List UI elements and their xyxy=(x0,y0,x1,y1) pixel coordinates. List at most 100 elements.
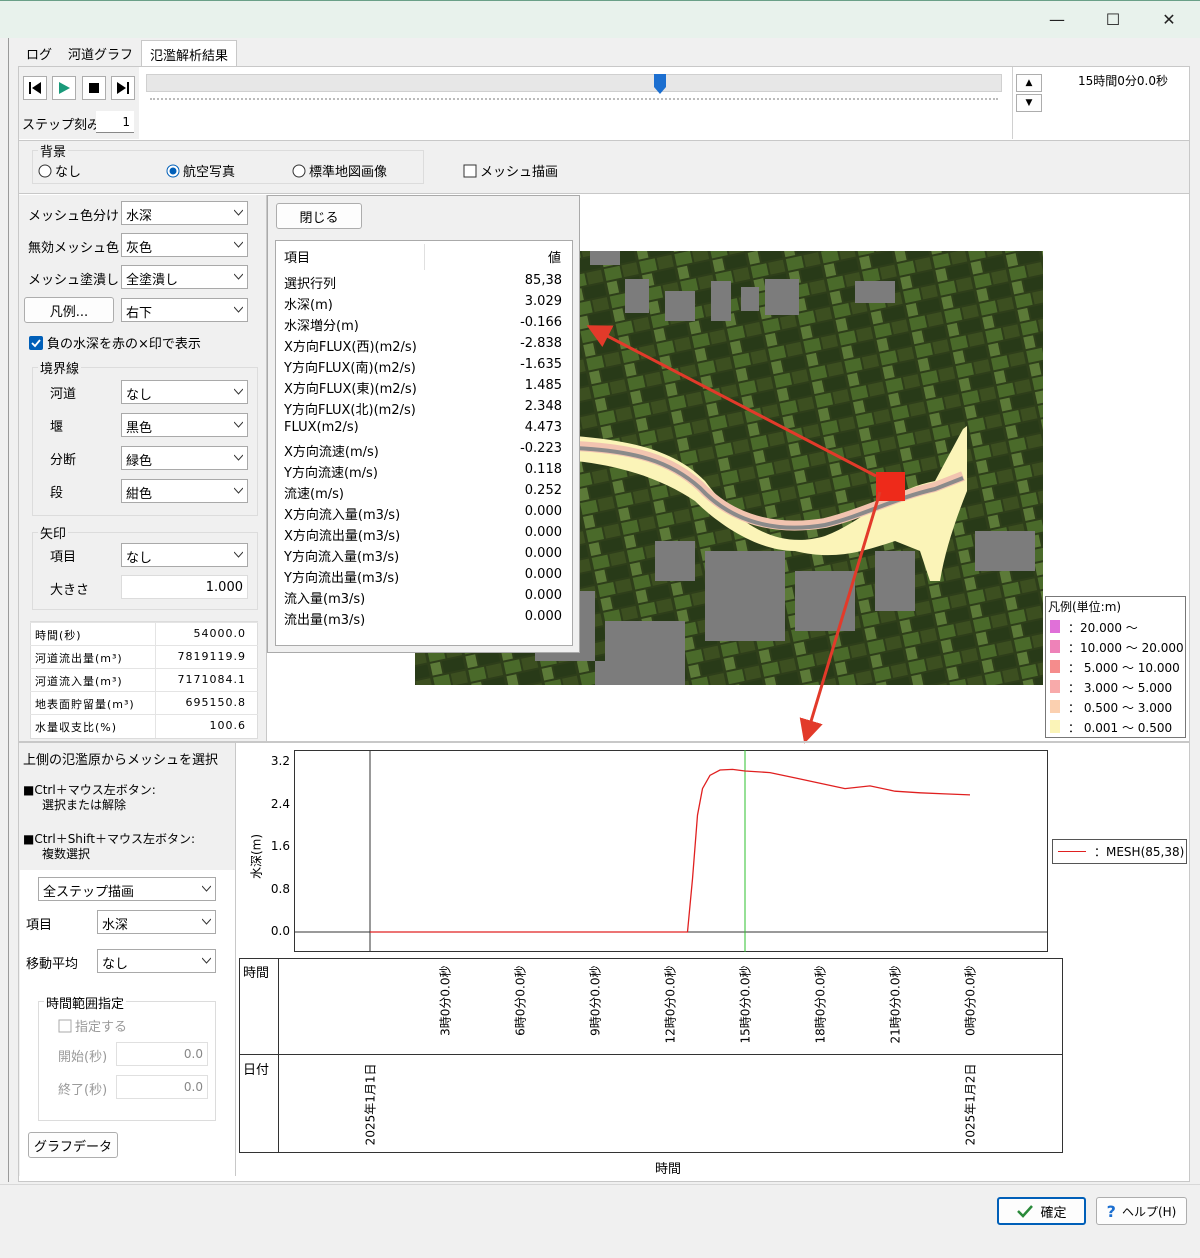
minimize-button[interactable]: — xyxy=(1034,0,1080,38)
x-tick: 12時0分0.0秒 xyxy=(662,965,678,1045)
moving-average-value: なし xyxy=(102,957,129,972)
time-slider-thumb[interactable] xyxy=(653,74,666,94)
chart-legend-line xyxy=(1058,851,1086,852)
legend-text: ： 5.000 〜 10.000 xyxy=(1068,661,1180,675)
chart-ylabel-text: 水深(m) xyxy=(249,833,264,880)
boundary-select[interactable]: 黒色 xyxy=(121,413,248,437)
skip-end-icon xyxy=(117,82,129,94)
mesh-fill-label: メッシュ塗潰し xyxy=(28,273,120,288)
hint-title: 上側の氾濫原からメッシュを選択 xyxy=(23,753,219,768)
chart-series-line xyxy=(370,768,971,933)
radio-aerial-photo[interactable]: 航空写真 xyxy=(166,161,235,180)
x-tick: 9時0分0.0秒 xyxy=(587,965,603,1045)
info-value: 2.348 xyxy=(524,399,562,414)
info-row: 水深増分(m) -0.166 xyxy=(284,313,566,334)
boundary-select[interactable]: なし xyxy=(121,380,248,404)
spin-up-button[interactable]: ▲ xyxy=(1016,74,1042,92)
info-item: Y方向流速(m/s) xyxy=(284,466,378,481)
chevron-down-icon xyxy=(234,273,243,280)
info-value: 0.000 xyxy=(524,567,562,582)
maximize-button[interactable]: ☐ xyxy=(1090,0,1136,38)
tab-flood-results[interactable]: 氾濫解析結果 xyxy=(141,40,238,66)
x-tick: 18時0分0.0秒 xyxy=(812,965,828,1045)
info-row: Y方向FLUX(南)(m2/s) -1.635 xyxy=(284,355,566,376)
radio-aerial-label: 航空写真 xyxy=(183,165,236,180)
info-row: X方向FLUX(西)(m2/s) -2.838 xyxy=(284,334,566,355)
arrow-item-label: 項目 xyxy=(50,550,77,565)
info-value: 0.000 xyxy=(524,546,562,561)
mesh-color-select[interactable]: 水深 xyxy=(121,201,248,225)
end-input[interactable]: 0.0 xyxy=(116,1075,208,1099)
callout-arrows xyxy=(586,325,882,744)
close-info-button[interactable]: 閉じる xyxy=(276,203,362,229)
mesh-fill-select[interactable]: 全塗潰し xyxy=(121,265,248,289)
close-button[interactable]: ✕ xyxy=(1146,0,1192,38)
invalid-mesh-select[interactable]: 灰色 xyxy=(121,233,248,257)
stop-button[interactable] xyxy=(82,76,106,100)
info-row: 水深(m) 3.029 xyxy=(284,292,566,313)
step-input[interactable]: 1 xyxy=(96,111,134,133)
boundary-select[interactable]: 紺色 xyxy=(121,479,248,503)
arrow-size-input[interactable]: 1.000 xyxy=(121,575,248,599)
info-row: X方向流速(m/s) -0.223 xyxy=(284,439,566,460)
boundary-value: 緑色 xyxy=(126,454,153,469)
legend-swatch xyxy=(1050,620,1060,633)
time-slider-ticks xyxy=(150,98,998,100)
chevron-down-icon xyxy=(234,421,243,428)
info-value: -2.838 xyxy=(520,336,562,351)
skip-start-button[interactable] xyxy=(23,76,47,100)
tab-log[interactable]: ログ xyxy=(18,40,60,66)
info-item: Y方向流出量(m3/s) xyxy=(284,571,400,586)
info-value: 3.029 xyxy=(524,294,562,309)
info-item: Y方向FLUX(北)(m2/s) xyxy=(284,403,416,418)
help-button[interactable]: ? ヘルプ(H) xyxy=(1096,1197,1187,1225)
ok-button[interactable]: 確定 xyxy=(997,1197,1086,1225)
legend-text: ： 0.500 〜 3.000 xyxy=(1068,701,1173,715)
graph-item-select[interactable]: 水深 xyxy=(97,910,216,934)
start-input[interactable]: 0.0 xyxy=(116,1042,208,1066)
legend-text: ：10.000 〜 20.000 xyxy=(1068,641,1184,655)
draw-mode-select[interactable]: 全ステップ描画 xyxy=(38,877,216,901)
mesh-color-label: メッシュ色分け xyxy=(28,209,120,224)
start-label: 開始(秒) xyxy=(58,1050,108,1065)
time-range-checkbox[interactable]: 指定する xyxy=(58,1016,127,1035)
arrow-item-select[interactable]: なし xyxy=(121,543,248,567)
stats-row: 地表面貯留量(m³) 695150.8 xyxy=(30,691,258,715)
legend-row: ： 0.001 〜 0.500 xyxy=(1048,717,1184,737)
graph-data-button[interactable]: グラフデータ xyxy=(28,1132,118,1158)
play-button[interactable] xyxy=(52,76,76,100)
skip-end-button[interactable] xyxy=(111,76,135,100)
legend-button[interactable]: 凡例... xyxy=(24,297,114,323)
time-slider-track[interactable] xyxy=(146,74,1002,92)
chevron-down-icon xyxy=(234,551,243,558)
graph-item-value: 水深 xyxy=(102,918,129,933)
legend-row: ： 3.000 〜 5.000 xyxy=(1048,677,1184,697)
legend-swatch xyxy=(1050,680,1060,693)
radio-none[interactable]: なし xyxy=(38,161,81,180)
hint2-line2: 複数選択 xyxy=(42,847,91,861)
negative-depth-checkbox[interactable]: 負の水深を赤の×印で表示 xyxy=(29,333,201,352)
x-tick-label: 15時0分0.0秒 xyxy=(738,965,753,1044)
boundary-label: 分断 xyxy=(50,453,77,468)
mesh-fill-value: 全塗潰し xyxy=(126,273,179,288)
left-splitter[interactable] xyxy=(0,38,9,1182)
tab-channel-graph[interactable]: 河道グラフ xyxy=(60,40,141,66)
info-item: X方向流速(m/s) xyxy=(284,445,379,460)
info-row: Y方向流入量(m3/s) 0.000 xyxy=(284,544,566,565)
stats-row: 水量収支比(%) 100.6 xyxy=(30,714,258,738)
mesh-draw-checkbox[interactable]: メッシュ描画 xyxy=(463,161,558,180)
stats-row: 河道流出量(m³) 7819119.9 xyxy=(30,645,258,669)
info-row: X方向流入量(m3/s) 0.000 xyxy=(284,502,566,523)
y-tick-label: 0.0 xyxy=(270,924,290,938)
x-tick: 6時0分0.0秒 xyxy=(512,965,528,1045)
legend-position-select[interactable]: 右下 xyxy=(121,298,248,322)
boundary-value: 黒色 xyxy=(126,421,153,436)
boundary-select[interactable]: 緑色 xyxy=(121,446,248,470)
moving-average-select[interactable]: なし xyxy=(97,949,216,973)
spin-down-button[interactable]: ▼ xyxy=(1016,94,1042,112)
radio-standard-map[interactable]: 標準地図画像 xyxy=(292,161,387,180)
info-value: -0.223 xyxy=(520,441,562,456)
info-row: X方向流出量(m3/s) 0.000 xyxy=(284,523,566,544)
chevron-down-icon xyxy=(234,454,243,461)
stats-divider xyxy=(155,623,156,646)
